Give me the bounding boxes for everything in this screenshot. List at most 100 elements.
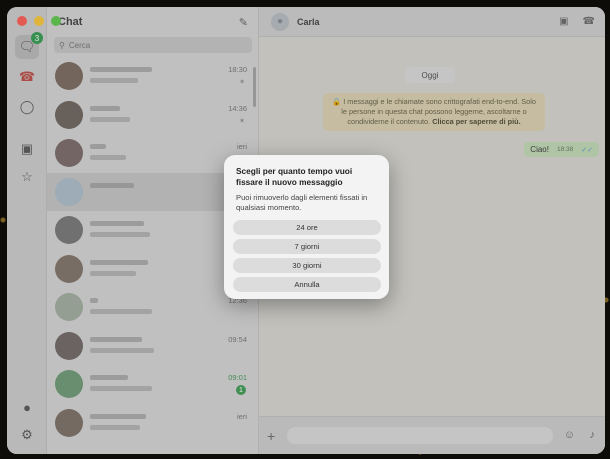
chat-row[interactable]: 14:36 ✶	[47, 96, 258, 135]
cancel-button[interactable]: Annulla	[233, 276, 381, 292]
navigation-rail: 🗨 3 ☎ ◯ ▣ ☆ ● ⚙	[7, 7, 47, 454]
contact-avatar	[55, 331, 83, 360]
chat-row-preview	[90, 370, 250, 398]
starred-icon: ☆	[21, 169, 33, 184]
close-window-button[interactable]	[17, 16, 27, 26]
chat-row-preview	[90, 332, 250, 360]
encryption-learn-more-link[interactable]: Clicca per saperne di più.	[432, 117, 520, 126]
dialog-title: Scegli per quanto tempo vuoi fissare il …	[236, 166, 353, 187]
microphone-icon[interactable]: ♪	[590, 429, 596, 441]
blurred-last-message	[90, 347, 154, 353]
archive-tab[interactable]: ▣	[15, 137, 39, 161]
calls-tab[interactable]: ☎	[15, 65, 39, 89]
contact-avatar	[55, 62, 83, 91]
contact-avatar	[55, 100, 83, 129]
chat-list-title: Chat	[58, 16, 83, 28]
archive-icon: ▣	[20, 141, 34, 156]
status-tab[interactable]: ◯	[15, 95, 39, 119]
compose-icon[interactable]: ✎	[239, 16, 248, 29]
attach-plus-icon[interactable]: +	[267, 428, 275, 444]
chat-row[interactable]: ieri	[47, 404, 258, 443]
conversation-header[interactable]: ● Carla ▣ ☎	[259, 7, 605, 37]
search-field[interactable]: ⚲ Cerca	[54, 37, 252, 53]
blurred-last-message	[90, 78, 138, 84]
minimize-window-button[interactable]	[34, 16, 44, 26]
chats-tab[interactable]: 🗨 3	[15, 32, 43, 59]
blurred-contact-name	[90, 336, 142, 342]
outgoing-message[interactable]: Ciao! 18:38 ✓✓	[524, 142, 599, 157]
chat-row-time: 09:54	[228, 334, 247, 344]
blurred-last-message	[90, 155, 126, 161]
meta-ai-icon: ●	[23, 399, 31, 415]
calls-icon: ☎	[18, 69, 36, 84]
contact-avatar	[55, 408, 83, 437]
contact-avatar	[55, 370, 83, 399]
chat-row-time: 09:01	[228, 373, 247, 382]
header-actions: ▣ ☎	[559, 16, 595, 27]
chat-row-time: ieri	[236, 142, 247, 151]
blurred-last-message	[90, 232, 150, 238]
search-placeholder: Cerca	[68, 40, 91, 50]
contact-name[interactable]: Carla	[297, 17, 320, 27]
pin-icon: ✶	[239, 117, 245, 125]
zoom-window-button[interactable]	[51, 16, 61, 26]
message-time: 18:38	[556, 146, 574, 153]
dialog-options: 24 ore 7 giorni 30 giorni Annulla	[233, 219, 381, 292]
blurred-contact-name	[90, 259, 148, 265]
option-24-hours-button[interactable]: 24 ore	[233, 219, 381, 235]
blurred-contact-name	[90, 413, 146, 419]
video-call-icon[interactable]: ▣	[559, 16, 568, 27]
blurred-contact-name	[90, 221, 144, 227]
message-input[interactable]	[287, 427, 553, 444]
status-icon: ◯	[19, 99, 35, 114]
contact-avatar	[55, 254, 83, 283]
settings-tab[interactable]: ⚙	[15, 423, 39, 447]
lock-icon: 🔒	[332, 97, 342, 106]
chat-row-preview	[90, 62, 250, 90]
contact-avatar	[55, 139, 83, 168]
chat-row-preview	[90, 409, 250, 437]
blurred-contact-name	[90, 105, 120, 111]
chat-row[interactable]: 18:30 ✶	[47, 57, 258, 96]
contact-avatar	[55, 293, 83, 322]
blurred-last-message	[90, 270, 136, 276]
unread-count-badge: 1	[236, 385, 246, 395]
chat-row-time: 14:36	[228, 103, 247, 113]
encryption-notice[interactable]: 🔒 I messaggi e le chiamate sono crittogr…	[323, 93, 545, 131]
date-separator: Oggi	[405, 67, 455, 83]
blurred-contact-name	[90, 67, 152, 73]
pin-icon: ✶	[239, 79, 245, 86]
dialog-description: Puoi rimuoverlo dagli elementi fissati i…	[236, 193, 368, 212]
search-icon: ⚲	[59, 40, 65, 50]
double-check-icon: ✓✓	[581, 146, 593, 154]
chat-row-time: 18:30	[228, 65, 247, 74]
chat-list-header: Chat ✎	[47, 7, 258, 37]
blurred-contact-name	[90, 182, 134, 188]
option-7-days-button[interactable]: 7 giorni	[233, 238, 381, 254]
pin-duration-dialog: Scegli per quanto tempo vuoi fissare il …	[224, 155, 389, 299]
blurred-last-message	[90, 309, 152, 315]
chat-list-scrollbar[interactable]	[253, 67, 256, 107]
window-controls	[17, 16, 61, 26]
blurred-last-message	[90, 424, 140, 430]
chat-row-preview	[90, 293, 250, 321]
voice-call-icon[interactable]: ☎	[583, 16, 595, 27]
blurred-contact-name	[90, 298, 98, 304]
contact-avatar	[55, 216, 83, 245]
meta-ai-tab[interactable]: ●	[15, 395, 39, 419]
blurred-contact-name	[90, 144, 106, 150]
chat-row[interactable]: 09:54	[47, 327, 258, 366]
blurred-contact-name	[90, 375, 128, 381]
contact-avatar[interactable]: ●	[271, 12, 289, 31]
starred-tab[interactable]: ☆	[15, 165, 39, 189]
settings-icon: ⚙	[21, 427, 33, 442]
option-30-days-button[interactable]: 30 giorni	[233, 257, 381, 273]
emoji-icon[interactable]: ☺	[564, 429, 575, 441]
chat-row-preview	[90, 101, 250, 129]
message-composer: + ☺ ♪	[259, 416, 605, 454]
chat-row[interactable]: 09:01 1	[47, 365, 258, 404]
blurred-last-message	[90, 386, 152, 392]
chat-row-time: ieri	[236, 411, 247, 421]
blurred-last-message	[90, 116, 130, 122]
chats-unread-badge: 3	[31, 32, 43, 44]
